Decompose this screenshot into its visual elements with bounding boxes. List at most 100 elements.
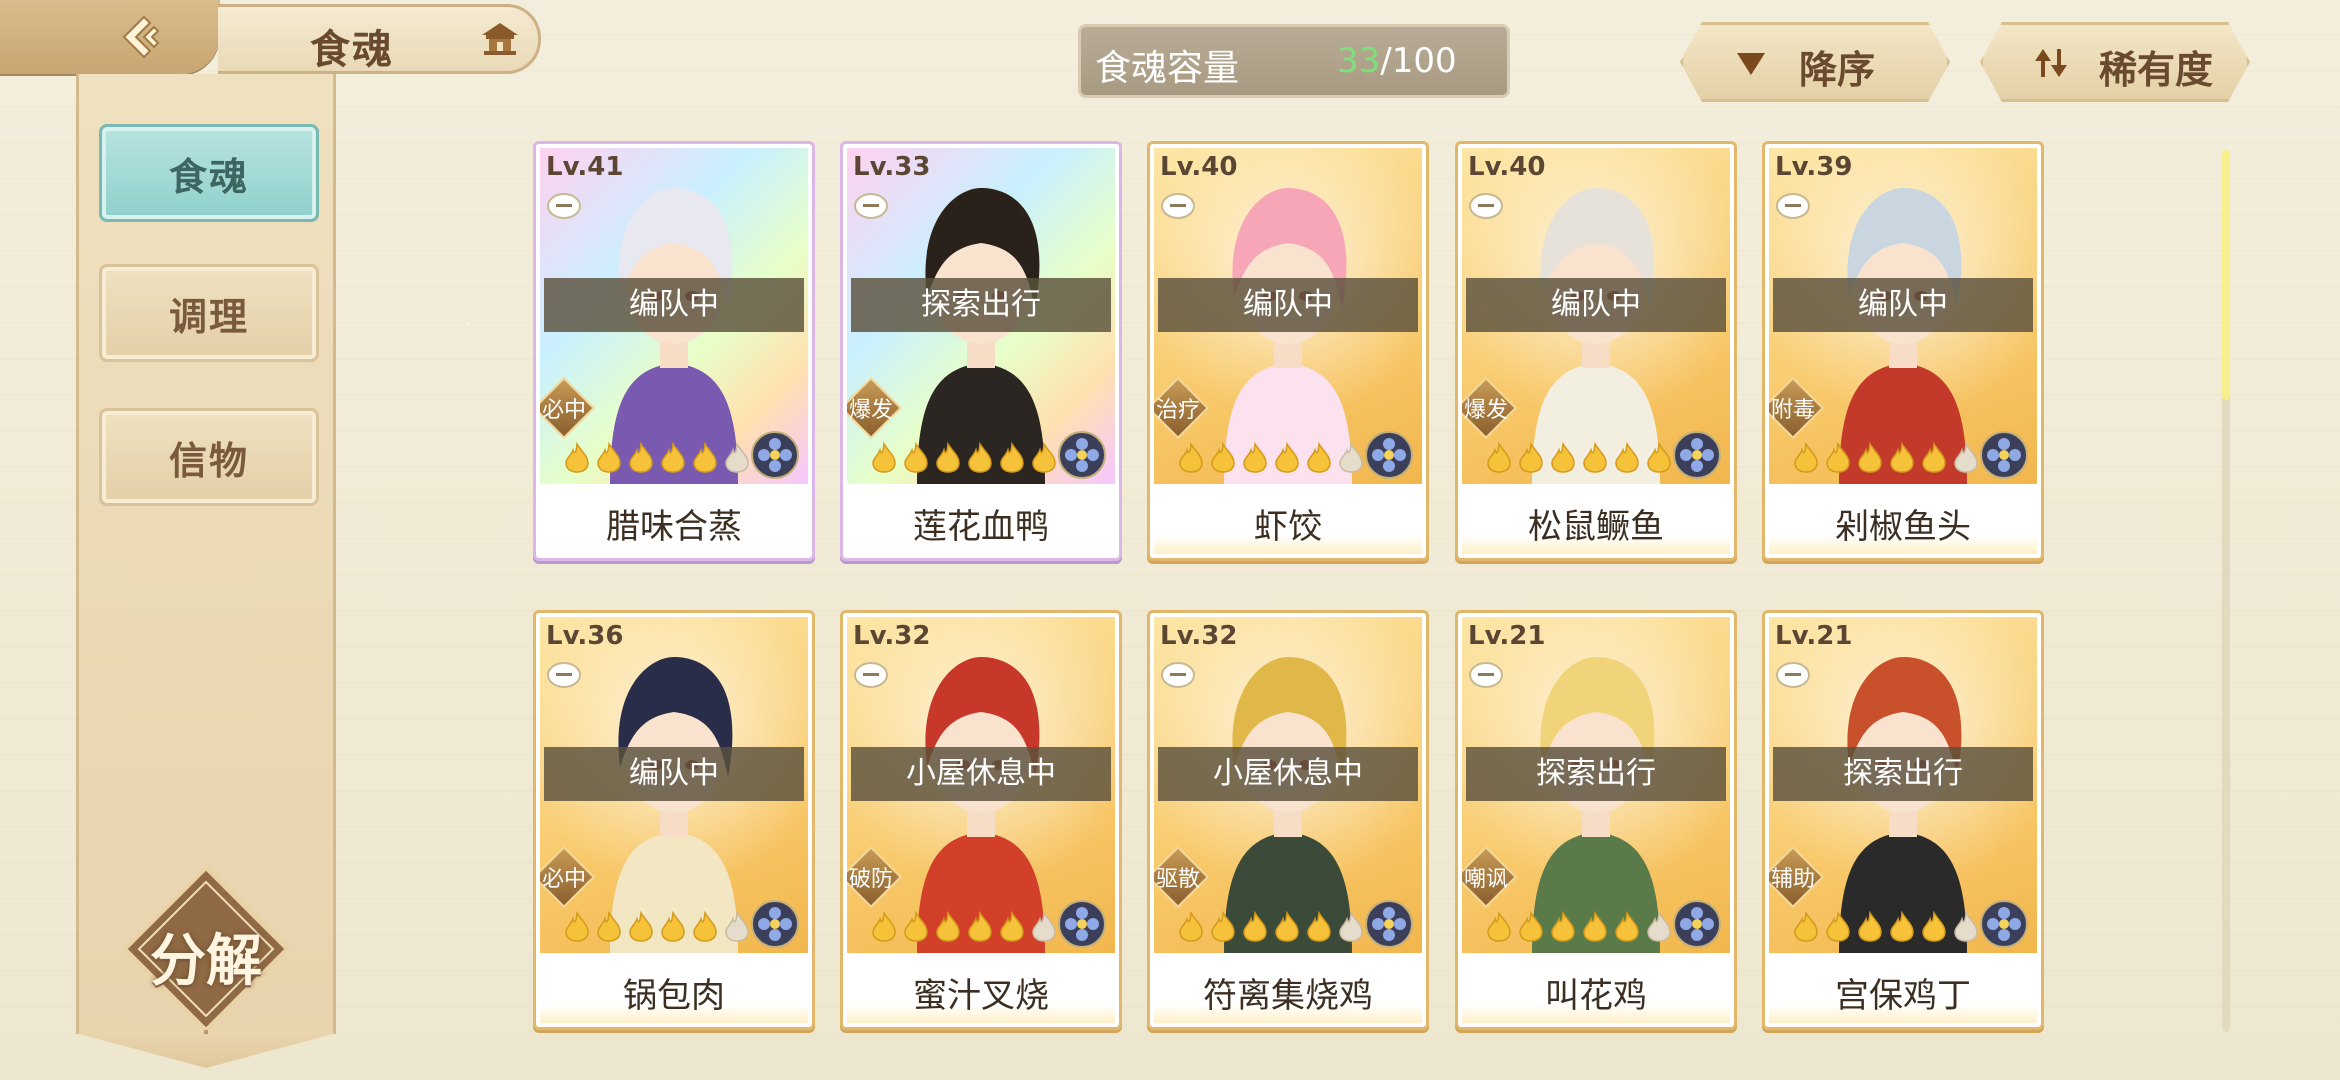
title-bar: 食魂 xyxy=(0,0,541,74)
bowl-icon xyxy=(547,662,581,688)
flame-star-icon xyxy=(1922,911,1946,942)
character-portrait: Lv.33 探索出行 爆发 xyxy=(847,148,1115,484)
sort-order-label: 降序 xyxy=(1799,48,1876,92)
role-badge: 辅助 xyxy=(1769,845,1825,909)
element-flower-icon xyxy=(1058,431,1106,479)
card-name: 莲花血鸭 xyxy=(847,492,1115,554)
bowl-icon xyxy=(854,193,888,219)
sort-order-button[interactable]: 降序 xyxy=(1680,22,1950,102)
star-rating xyxy=(1484,911,1674,945)
role-label: 爆发 xyxy=(848,398,893,423)
flame-star-icon xyxy=(1583,442,1607,473)
food-soul-card[interactable]: Lv.41 编队中 必中 腊味合蒸 xyxy=(533,141,815,561)
food-soul-card[interactable]: Lv.40 编队中 治疗 虾饺 xyxy=(1147,141,1429,561)
title-tab: 食魂 xyxy=(218,4,541,74)
flame-star-icon xyxy=(904,442,928,473)
tab-token[interactable]: 信物 xyxy=(99,408,319,506)
flame-star-icon xyxy=(725,911,749,942)
food-soul-card[interactable]: Lv.33 探索出行 爆发莲花血鸭 xyxy=(840,141,1122,561)
status-banner: 小屋休息中 xyxy=(1158,747,1418,801)
element-flower-icon xyxy=(1980,431,2028,479)
food-soul-card[interactable]: Lv.40 编队中 爆发 松鼠鳜鱼 xyxy=(1455,141,1737,561)
swap-icon xyxy=(2033,45,2069,81)
star-rating xyxy=(1791,442,1981,476)
flame-star-icon xyxy=(1000,442,1024,473)
character-portrait: Lv.39 编队中 附毒 xyxy=(1769,148,2037,484)
scroll-thumb[interactable] xyxy=(2222,150,2230,400)
star-rating xyxy=(1484,442,1674,476)
role-label: 驱散 xyxy=(1155,867,1200,892)
scrollbar[interactable] xyxy=(2222,150,2230,1032)
house-icon[interactable] xyxy=(480,21,520,57)
flame-star-icon xyxy=(1519,442,1543,473)
card-name: 叫花鸡 xyxy=(1462,961,1730,1023)
flame-star-icon xyxy=(1794,911,1818,942)
card-name: 蜜汁叉烧 xyxy=(847,961,1115,1023)
food-soul-card[interactable]: Lv.32 小屋休息中 破防 蜜汁叉烧 xyxy=(840,610,1122,1030)
status-banner: 编队中 xyxy=(544,278,804,332)
star-rating xyxy=(869,442,1059,476)
flame-star-icon xyxy=(693,911,717,942)
flame-star-icon xyxy=(1615,442,1639,473)
bowl-icon xyxy=(547,193,581,219)
flame-star-icon xyxy=(1211,911,1235,942)
role-label: 破防 xyxy=(848,867,893,892)
flame-star-icon xyxy=(1275,442,1299,473)
tab-label: 信物 xyxy=(168,438,249,483)
flame-star-icon xyxy=(1794,442,1818,473)
bowl-icon xyxy=(1776,662,1810,688)
flame-star-icon xyxy=(1179,911,1203,942)
bowl-icon xyxy=(854,662,888,688)
back-button[interactable] xyxy=(0,0,220,74)
character-portrait: Lv.40 编队中 治疗 xyxy=(1154,148,1422,484)
triangle-down-icon xyxy=(1733,45,1769,81)
flame-star-icon xyxy=(725,442,749,473)
character-portrait: Lv.21 探索出行 辅助 xyxy=(1769,617,2037,953)
role-badge: 破防 xyxy=(847,845,903,909)
star-rating xyxy=(1176,442,1366,476)
flame-star-icon xyxy=(936,442,960,473)
capacity-value: 33/100 xyxy=(1337,41,1457,81)
flame-star-icon xyxy=(968,442,992,473)
card-name: 剁椒鱼头 xyxy=(1769,492,2037,554)
sort-rarity-label: 稀有度 xyxy=(2099,48,2214,92)
bowl-icon xyxy=(1469,662,1503,688)
food-soul-card[interactable]: Lv.21 探索出行 嘲讽 叫花鸡 xyxy=(1455,610,1737,1030)
flame-star-icon xyxy=(661,442,685,473)
flame-star-icon xyxy=(1890,442,1914,473)
flame-star-icon xyxy=(565,911,589,942)
character-portrait: Lv.32 小屋休息中 破防 xyxy=(847,617,1115,953)
tab-food-soul[interactable]: 食魂 xyxy=(99,124,319,222)
level-label: Lv.32 xyxy=(1160,621,1238,651)
tab-cooking[interactable]: 调理 xyxy=(99,264,319,362)
decompose-button[interactable]: 分解 xyxy=(121,864,291,1034)
food-soul-card[interactable]: Lv.32 小屋休息中 驱散 符离集烧鸡 xyxy=(1147,610,1429,1030)
back-arrow-icon xyxy=(122,15,160,59)
status-banner: 小屋休息中 xyxy=(851,747,1111,801)
food-soul-card[interactable]: Lv.36 编队中 必中 锅包肉 xyxy=(533,610,815,1030)
page-title: 食魂 xyxy=(310,27,394,73)
bowl-icon xyxy=(1469,193,1503,219)
element-flower-icon xyxy=(1365,431,1413,479)
flame-star-icon xyxy=(1179,442,1203,473)
flame-star-icon xyxy=(1551,442,1575,473)
sort-rarity-button[interactable]: 稀有度 xyxy=(1980,22,2250,102)
flame-star-icon xyxy=(1275,911,1299,942)
flame-star-icon xyxy=(1487,911,1511,942)
star-rating xyxy=(869,911,1059,945)
flame-star-icon xyxy=(1551,911,1575,942)
left-panel: 食魂 调理 信物 分解 xyxy=(76,74,336,1034)
food-soul-card[interactable]: Lv.21 探索出行 辅助宫保鸡丁 xyxy=(1762,610,2044,1030)
card-name: 宫保鸡丁 xyxy=(1769,961,2037,1023)
level-label: Lv.21 xyxy=(1775,621,1853,651)
capacity-display: 食魂容量 33/100 xyxy=(1078,24,1510,98)
flame-star-icon xyxy=(1487,442,1511,473)
flame-star-icon xyxy=(597,911,621,942)
flame-star-icon xyxy=(1243,442,1267,473)
food-soul-card[interactable]: Lv.39 编队中 附毒剁椒鱼头 xyxy=(1762,141,2044,561)
flame-star-icon xyxy=(1890,911,1914,942)
flame-star-icon xyxy=(1647,911,1671,942)
flame-star-icon xyxy=(1922,442,1946,473)
flame-star-icon xyxy=(1615,911,1639,942)
role-badge: 必中 xyxy=(540,845,596,909)
